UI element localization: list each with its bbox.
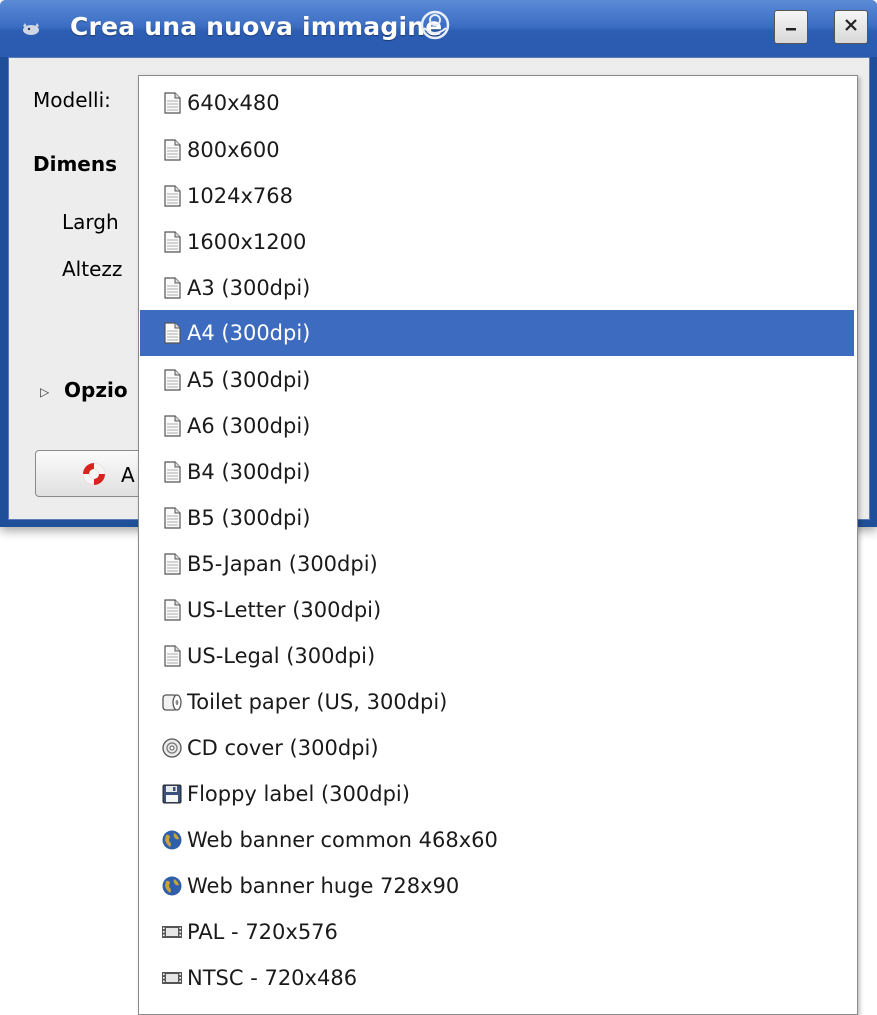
menu-item-label: CD cover (300dpi) <box>187 736 379 760</box>
width-label: Largh <box>62 210 119 234</box>
page-icon <box>160 460 184 484</box>
menu-item-label: 1600x1200 <box>187 230 307 254</box>
menu-item[interactable]: US-Legal (300dpi) <box>140 633 854 679</box>
minimize-icon <box>783 17 799 37</box>
film-icon <box>160 966 184 990</box>
height-label: Altezz <box>62 257 123 281</box>
menu-item[interactable]: 1600x1200 <box>140 219 854 265</box>
page-icon <box>160 506 184 530</box>
menu-item[interactable]: NTSC - 720x486 <box>140 955 854 1001</box>
page-icon <box>160 184 184 208</box>
menu-item[interactable]: A3 (300dpi) <box>140 265 854 311</box>
menu-item-label: Web banner common 468x60 <box>187 828 498 852</box>
page-icon <box>160 276 184 300</box>
menu-item-label: B4 (300dpi) <box>187 460 311 484</box>
page-icon <box>160 644 184 668</box>
templates-label: Modelli: <box>33 88 111 112</box>
page-icon <box>160 368 184 392</box>
menu-item-label: 640x480 <box>187 91 280 115</box>
page-icon <box>160 321 184 345</box>
menu-item[interactable]: CD cover (300dpi) <box>140 725 854 771</box>
menu-item-label: US-Legal (300dpi) <box>187 644 376 668</box>
menu-item-label: 800x600 <box>187 138 280 162</box>
close-button[interactable] <box>834 10 868 44</box>
page-icon <box>160 552 184 576</box>
menu-item[interactable]: PAL - 720x576 <box>140 909 854 955</box>
menu-item[interactable]: Web banner common 468x60 <box>140 817 854 863</box>
menu-item[interactable]: A5 (300dpi) <box>140 357 854 403</box>
cd-icon <box>160 736 184 760</box>
menu-item[interactable]: 800x600 <box>140 127 854 173</box>
menu-item-label: NTSC - 720x486 <box>187 966 358 990</box>
minimize-button[interactable] <box>774 10 808 44</box>
window-title: Crea una nuova immagine <box>70 12 443 41</box>
dimensions-section-label: Dimens <box>33 152 118 176</box>
page-icon <box>160 230 184 254</box>
menu-item[interactable]: US-Letter (300dpi) <box>140 587 854 633</box>
menu-item-label: Floppy label (300dpi) <box>187 782 410 806</box>
menu-item-label: A3 (300dpi) <box>187 276 311 300</box>
close-icon <box>843 17 859 37</box>
floppy-icon <box>160 782 184 806</box>
advanced-options-label[interactable]: Opzio <box>64 378 128 402</box>
menu-item[interactable]: 1024x768 <box>140 173 854 219</box>
menu-item-label: B5-Japan (300dpi) <box>187 552 378 576</box>
menu-item[interactable]: A6 (300dpi) <box>140 403 854 449</box>
menu-item-label: PAL - 720x576 <box>187 920 338 944</box>
menu-item[interactable]: B5 (300dpi) <box>140 495 854 541</box>
menu-item-label: B5 (300dpi) <box>187 506 311 530</box>
menu-item[interactable]: B4 (300dpi) <box>140 449 854 495</box>
menu-item-label: Toilet paper (US, 300dpi) <box>187 690 448 714</box>
page-icon <box>160 598 184 622</box>
menu-item-selected[interactable]: A4 (300dpi) <box>140 310 854 356</box>
expander-triangle-icon[interactable]: ▷ <box>40 385 49 399</box>
page-icon <box>160 414 184 438</box>
menu-item-label: A5 (300dpi) <box>187 368 311 392</box>
gimp-icon[interactable] <box>20 20 42 38</box>
toilet-paper-icon <box>160 690 184 714</box>
menu-item-label: US-Letter (300dpi) <box>187 598 382 622</box>
templates-dropdown-menu[interactable]: 640x480 800x600 1024x768 1600x1200 A3 (3… <box>138 75 858 1015</box>
film-icon <box>160 920 184 944</box>
menu-item[interactable]: Web banner huge 728x90 <box>140 863 854 909</box>
menu-item[interactable]: B5-Japan (300dpi) <box>140 541 854 587</box>
lifebuoy-icon <box>80 460 108 492</box>
busy-indicator-icon <box>418 8 452 42</box>
title-bar[interactable]: Crea una nuova immagine <box>0 0 877 57</box>
menu-item[interactable]: Toilet paper (US, 300dpi) <box>140 679 854 725</box>
globe-icon <box>160 828 184 852</box>
help-button-label: A <box>121 463 135 487</box>
menu-item[interactable]: 640x480 <box>140 80 854 126</box>
globe-icon <box>160 874 184 898</box>
menu-item-label: 1024x768 <box>187 184 293 208</box>
page-icon <box>160 138 184 162</box>
menu-item-label: A4 (300dpi) <box>187 321 311 345</box>
page-icon <box>160 91 184 115</box>
menu-item[interactable]: Floppy label (300dpi) <box>140 771 854 817</box>
menu-item-label: Web banner huge 728x90 <box>187 874 460 898</box>
menu-item-label: A6 (300dpi) <box>187 414 311 438</box>
